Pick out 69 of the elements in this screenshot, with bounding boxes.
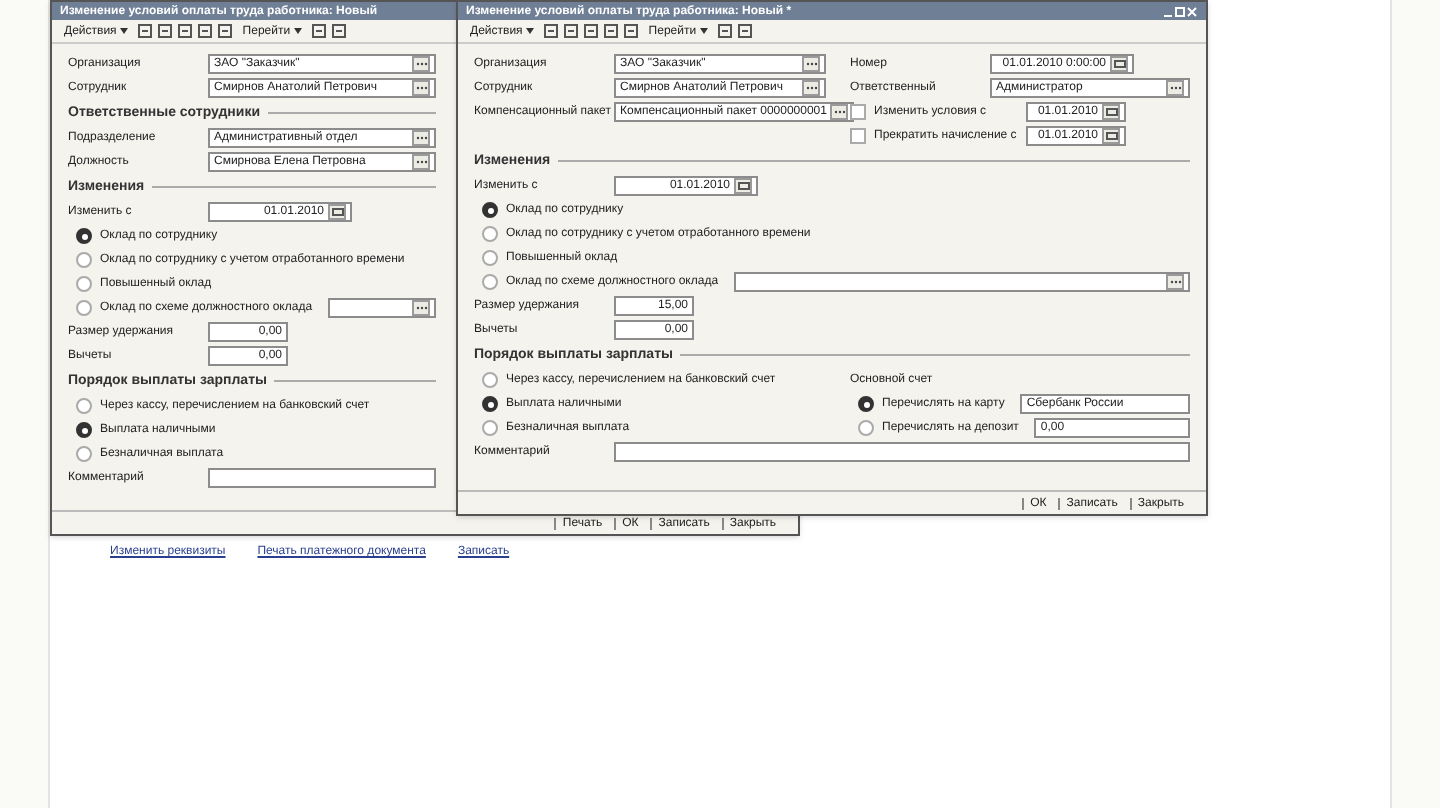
radio-button[interactable] — [76, 276, 92, 292]
radio-button[interactable] — [76, 446, 92, 462]
radio-button[interactable] — [76, 228, 92, 244]
radio-button[interactable] — [76, 300, 92, 316]
caret-icon — [700, 28, 709, 34]
ellipsis-icon — [1169, 84, 1181, 92]
toolbar-icon[interactable] — [312, 24, 327, 38]
checkbox[interactable] — [850, 128, 866, 144]
toolbar-icon[interactable] — [604, 24, 619, 38]
toolbar-icon[interactable] — [584, 24, 599, 38]
select-button[interactable] — [802, 56, 820, 72]
toolbar-icon[interactable] — [738, 24, 753, 38]
checkbox[interactable] — [850, 104, 866, 120]
radio-button[interactable] — [76, 252, 92, 268]
select-button[interactable] — [830, 104, 849, 120]
calendar-icon — [331, 208, 343, 216]
input-field[interactable] — [328, 298, 436, 318]
select-button[interactable] — [412, 154, 430, 170]
input-field[interactable] — [614, 442, 1190, 462]
toolbar-icon[interactable] — [544, 24, 559, 38]
ellipsis-icon — [415, 304, 427, 312]
radio-button[interactable] — [482, 420, 498, 436]
radio-button[interactable] — [482, 250, 498, 266]
select-button[interactable] — [412, 56, 430, 72]
calendar-button[interactable] — [328, 204, 346, 220]
calendar-button[interactable] — [734, 178, 752, 194]
toolbar-icon[interactable] — [178, 24, 193, 38]
select-button[interactable] — [1166, 274, 1184, 290]
radio-button[interactable] — [858, 420, 874, 436]
toolbar-icon[interactable] — [624, 24, 639, 38]
select-button[interactable] — [412, 130, 430, 146]
toolbar-icon[interactable] — [564, 24, 579, 38]
toolbar-icon[interactable] — [138, 24, 153, 38]
ellipsis-icon — [805, 60, 817, 68]
radio-button[interactable] — [482, 396, 498, 412]
toolbar-icon[interactable] — [332, 24, 347, 38]
radio-button[interactable] — [482, 202, 498, 218]
toolbar-icon[interactable] — [218, 24, 233, 38]
toolbar-icon[interactable] — [198, 24, 213, 38]
ellipsis-icon — [833, 108, 846, 116]
calendar-icon — [1105, 108, 1117, 116]
input-field[interactable] — [734, 272, 1190, 292]
select-button[interactable] — [1166, 80, 1184, 96]
ellipsis-icon — [415, 158, 427, 166]
radio-button[interactable] — [482, 274, 498, 290]
caret-icon — [120, 28, 129, 34]
caret-icon — [294, 28, 303, 34]
select-button[interactable] — [802, 80, 820, 96]
select-button[interactable] — [412, 300, 430, 316]
calendar-icon — [1105, 132, 1117, 140]
ellipsis-icon — [415, 60, 427, 68]
calendar-icon — [1113, 60, 1125, 68]
ellipsis-icon — [1169, 278, 1181, 286]
radio-button[interactable] — [76, 422, 92, 438]
window-controls-icon[interactable] — [1162, 5, 1198, 17]
select-button[interactable] — [412, 80, 430, 96]
calendar-icon — [737, 182, 749, 190]
toolbar-icon[interactable] — [158, 24, 173, 38]
ellipsis-icon — [415, 134, 427, 142]
radio-button[interactable] — [482, 372, 498, 388]
ellipsis-icon — [805, 84, 817, 92]
radio-button[interactable] — [482, 226, 498, 242]
toolbar-icon[interactable] — [718, 24, 733, 38]
radio-button[interactable] — [858, 396, 874, 412]
ellipsis-icon — [415, 84, 427, 92]
input-field[interactable] — [208, 468, 436, 488]
calendar-button[interactable] — [1110, 56, 1128, 72]
caret-icon — [526, 28, 535, 34]
radio-button[interactable] — [76, 398, 92, 414]
